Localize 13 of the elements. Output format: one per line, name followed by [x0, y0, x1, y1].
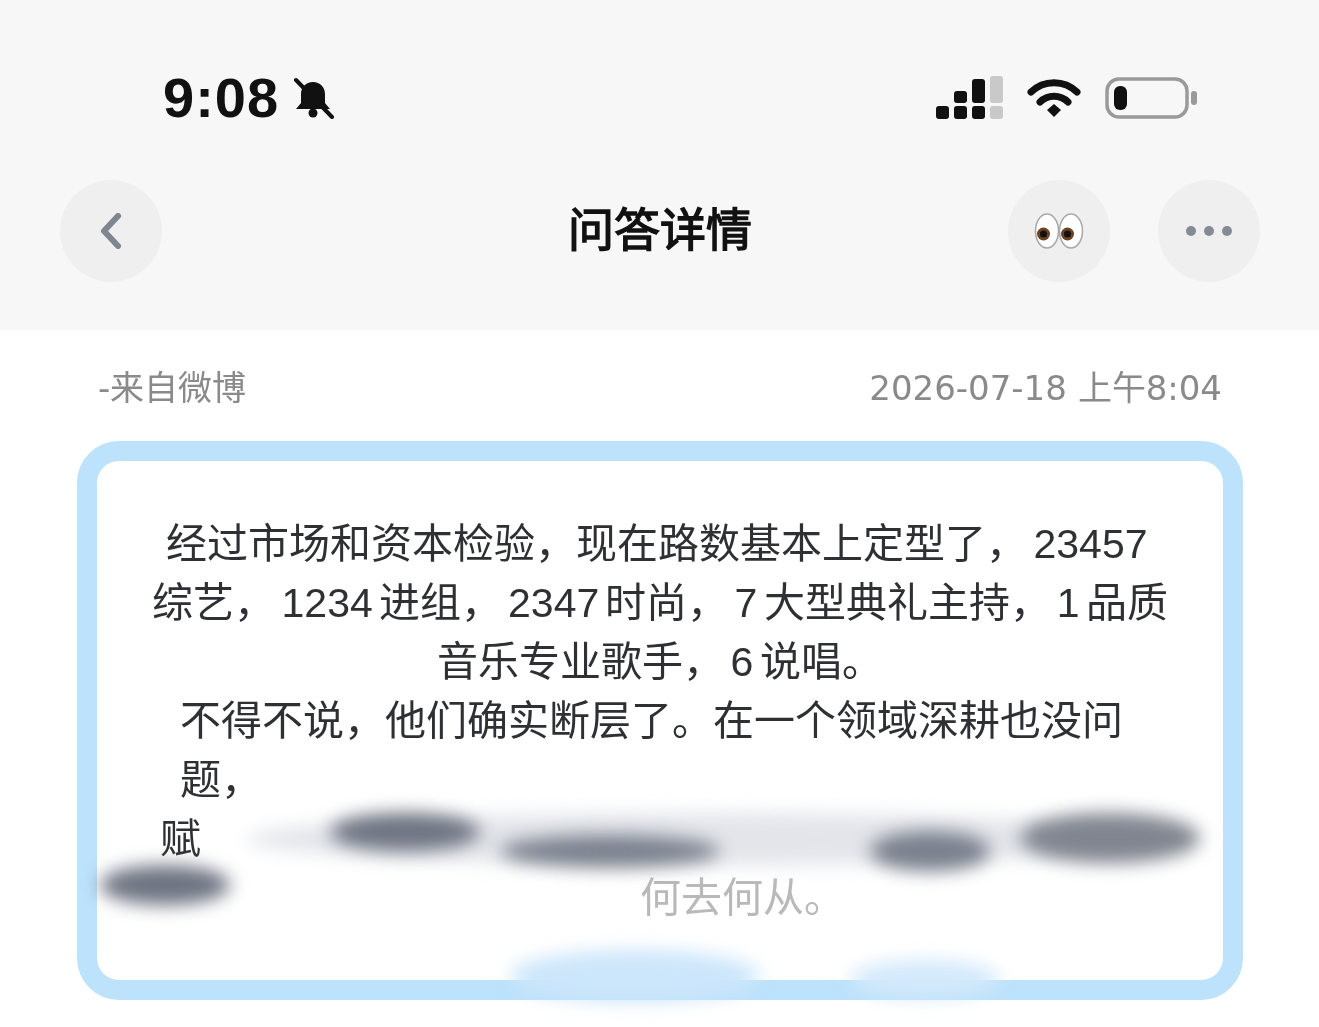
answer-text-fragment: 赋	[160, 816, 201, 863]
status-time: 9:08	[163, 69, 280, 126]
chevron-left-icon	[100, 213, 122, 249]
wifi-icon	[1026, 77, 1082, 118]
battery-icon	[1105, 76, 1198, 119]
post-datetime: 2026-07-18 上午8:04	[869, 366, 1222, 410]
answer-text-fragment: 何去何从。	[640, 875, 845, 922]
more-icon	[1186, 226, 1232, 236]
source-label: -来自微博	[98, 366, 247, 410]
answer-paragraph: 不得不说，他们确实断层了。在一个领域深耕也没问题，	[180, 696, 1124, 806]
page-title: 问答详情	[568, 203, 752, 259]
signal-icon	[936, 75, 1003, 120]
eyes-icon	[1034, 212, 1084, 250]
